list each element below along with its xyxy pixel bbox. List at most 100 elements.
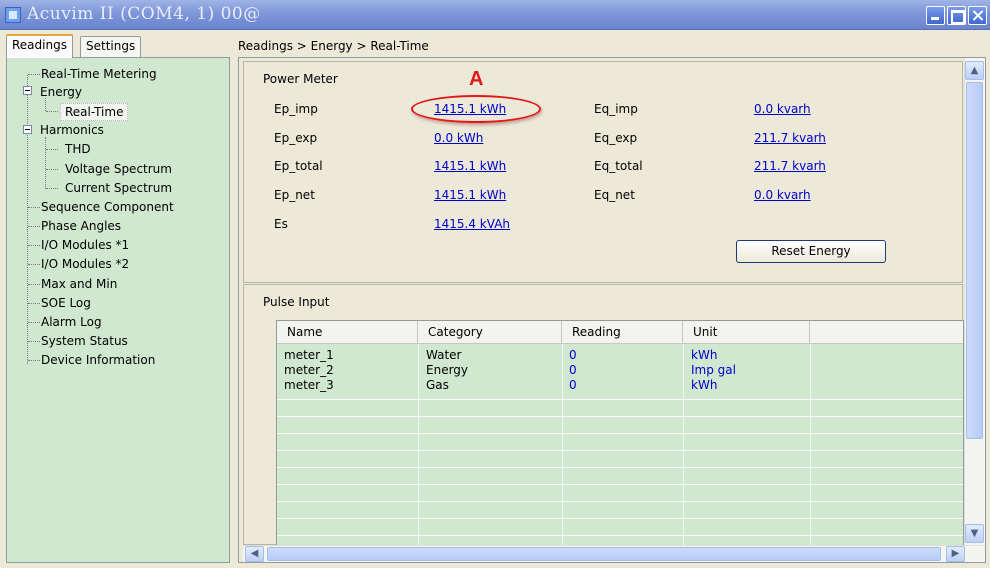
tree-item-harmonics[interactable]: Harmonics [40, 122, 104, 138]
eq-net-label: Eq_net [594, 188, 635, 202]
eq-exp-label: Eq_exp [594, 131, 638, 145]
column-header-unit[interactable]: Unit [683, 321, 810, 344]
pulse-input-table: Name Category Reading Unit meter_1 Water… [276, 320, 964, 546]
ep-exp-label: Ep_exp [274, 131, 318, 145]
grid-line [810, 344, 811, 545]
eq-total-label: Eq_total [594, 159, 643, 173]
collapse-energy-icon[interactable] [23, 86, 32, 95]
grid-line [683, 344, 684, 545]
tree-item-soe-log[interactable]: SOE Log [41, 295, 91, 311]
tree-connector [46, 188, 58, 189]
eq-imp-label: Eq_imp [594, 102, 638, 116]
ep-exp-value[interactable]: 0.0 kWh [434, 131, 483, 145]
tree-item-io-modules-1[interactable]: I/O Modules *1 [41, 237, 129, 253]
ep-net-value[interactable]: 1415.1 kWh [434, 188, 506, 202]
tree-item-energy-real-time[interactable]: Real-Time [60, 103, 129, 121]
tree-connector [28, 341, 40, 342]
tree-item-sequence-component[interactable]: Sequence Component [41, 199, 174, 215]
table-cell-unit[interactable]: Imp gal [691, 363, 736, 377]
scroll-right-icon[interactable]: ▶ [946, 546, 965, 562]
tree-connector [28, 74, 40, 75]
window-title: Acuvim II (COM4, 1) 00@ [27, 4, 261, 24]
tree-connector [28, 264, 40, 265]
scroll-left-icon[interactable]: ◀ [245, 546, 264, 562]
table-cell-category[interactable]: Water [426, 348, 461, 362]
column-header-name[interactable]: Name [277, 321, 418, 344]
power-meter-title: Power Meter [263, 72, 338, 86]
column-header-reading[interactable]: Reading [562, 321, 683, 344]
tree-connector [28, 360, 40, 361]
tab-readings[interactable]: Readings [6, 34, 73, 58]
tree-connector [45, 137, 46, 189]
eq-imp-value[interactable]: 0.0 kvarh [754, 102, 811, 116]
table-cell-name[interactable]: meter_2 [284, 363, 334, 377]
tree-connector [28, 303, 40, 304]
table-cell-name[interactable]: meter_1 [284, 348, 334, 362]
title-bar: Acuvim II (COM4, 1) 00@ [0, 0, 990, 30]
grid-line [277, 535, 963, 536]
grid-line [277, 399, 963, 400]
tree-item-thd[interactable]: THD [65, 141, 91, 157]
breadcrumb: Readings > Energy > Real-Time [238, 39, 429, 53]
tree-connector [46, 149, 58, 150]
grid-line [562, 344, 563, 545]
grid-line [277, 450, 963, 451]
tree-item-device-information[interactable]: Device Information [41, 352, 155, 368]
grid-line [418, 344, 419, 545]
tree-item-system-status[interactable]: System Status [41, 333, 128, 349]
minimize-button[interactable] [926, 6, 945, 25]
table-cell-name[interactable]: meter_3 [284, 378, 334, 392]
maximize-button[interactable] [947, 6, 966, 25]
tree-connector [27, 75, 28, 364]
column-header-category[interactable]: Category [418, 321, 562, 344]
tree-item-max-and-min[interactable]: Max and Min [41, 276, 117, 292]
annotation-highlight-ellipse [411, 95, 541, 123]
tree-item-io-modules-2[interactable]: I/O Modules *2 [41, 256, 129, 272]
scroll-up-icon[interactable]: ▲ [965, 61, 984, 80]
app-icon[interactable] [5, 7, 21, 23]
grid-line [277, 467, 963, 468]
eq-exp-value[interactable]: 211.7 kvarh [754, 131, 826, 145]
reset-energy-button[interactable]: Reset Energy [736, 240, 886, 263]
grid-line [277, 518, 963, 519]
tree-connector [28, 245, 40, 246]
tree-connector [46, 169, 58, 170]
tree-item-energy[interactable]: Energy [40, 84, 82, 100]
tree-item-phase-angles[interactable]: Phase Angles [41, 218, 121, 234]
tree-item-real-time-metering[interactable]: Real-Time Metering [41, 66, 157, 82]
table-cell-category[interactable]: Energy [426, 363, 468, 377]
grid-line [277, 501, 963, 502]
collapse-harmonics-icon[interactable] [23, 125, 32, 134]
table-cell-reading[interactable]: 0 [569, 363, 577, 377]
horizontal-scroll-thumb[interactable] [267, 547, 941, 561]
table-cell-category[interactable]: Gas [426, 378, 449, 392]
tree-item-alarm-log[interactable]: Alarm Log [41, 314, 102, 330]
es-label: Es [274, 217, 288, 231]
grid-line [277, 416, 963, 417]
table-cell-reading[interactable]: 0 [569, 348, 577, 362]
tree-connector [46, 111, 58, 112]
close-button[interactable] [968, 6, 987, 25]
scroll-down-icon[interactable]: ▼ [965, 524, 984, 543]
table-cell-reading[interactable]: 0 [569, 378, 577, 392]
grid-line [277, 433, 963, 434]
table-header: Name Category Reading Unit [277, 321, 963, 344]
vertical-scroll-thumb[interactable] [966, 82, 983, 439]
tab-settings[interactable]: Settings [80, 36, 142, 57]
tree-item-current-spectrum[interactable]: Current Spectrum [65, 180, 172, 196]
pulse-input-title: Pulse Input [263, 295, 330, 309]
ep-total-label: Ep_total [274, 159, 323, 173]
tree-connector [28, 322, 40, 323]
table-cell-unit[interactable]: kWh [691, 348, 717, 362]
tree-item-voltage-spectrum[interactable]: Voltage Spectrum [65, 161, 172, 177]
annotation-letter: A [469, 68, 484, 90]
eq-total-value[interactable]: 211.7 kvarh [754, 159, 826, 173]
tree-connector [28, 226, 40, 227]
tree-connector [28, 207, 40, 208]
grid-line [277, 484, 963, 485]
eq-net-value[interactable]: 0.0 kvarh [754, 188, 811, 202]
es-value[interactable]: 1415.4 kVAh [434, 217, 510, 231]
ep-total-value[interactable]: 1415.1 kWh [434, 159, 506, 173]
table-cell-unit[interactable]: kWh [691, 378, 717, 392]
ep-imp-label: Ep_imp [274, 102, 318, 116]
